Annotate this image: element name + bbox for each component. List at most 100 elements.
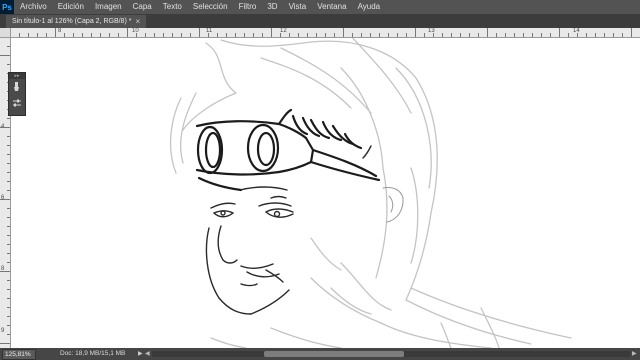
ruler-tick <box>478 33 479 37</box>
ruler-tick <box>199 28 200 37</box>
menu-bar: Ps Archivo Edición Imagen Capa Texto Sel… <box>0 0 640 14</box>
menu-texto[interactable]: Texto <box>163 0 182 14</box>
scroll-right-icon[interactable]: ▶ <box>632 350 637 357</box>
ruler-v-label: 6 <box>1 195 5 201</box>
ruler-tick <box>0 343 10 344</box>
ruler-tick <box>532 33 533 37</box>
document-tab-bar: Sin título-1 al 126% (Capa 2, RGB/8) * × <box>0 14 640 28</box>
ruler-tick <box>7 226 10 227</box>
ruler-tick <box>217 33 218 37</box>
ruler-tick <box>388 33 389 37</box>
ruler-tick <box>622 33 623 37</box>
status-menu-arrow-icon[interactable]: ▶ <box>138 350 143 357</box>
ruler-tick <box>325 33 326 37</box>
brush-tool-icon[interactable] <box>9 79 25 95</box>
ruler-tick <box>208 33 209 37</box>
ruler-tick <box>523 33 524 37</box>
ruler-tick <box>586 33 587 37</box>
ruler-tick <box>307 33 308 37</box>
close-icon[interactable]: × <box>135 17 140 26</box>
ruler-tick <box>316 33 317 37</box>
ruler-tick <box>91 33 92 37</box>
ruler-v-label: 9 <box>1 328 5 334</box>
menu-ayuda[interactable]: Ayuda <box>358 0 381 14</box>
ruler-tick <box>604 33 605 37</box>
ruler-tick <box>271 28 272 37</box>
scrollbar-thumb[interactable] <box>264 351 404 357</box>
ruler-tick <box>7 289 10 290</box>
menu-archivo[interactable]: Archivo <box>20 0 47 14</box>
ruler-tick <box>541 33 542 37</box>
ruler-tick <box>7 172 10 173</box>
menu-ventana[interactable]: Ventana <box>317 0 346 14</box>
ruler-tick <box>379 33 380 37</box>
ruler-tick <box>7 325 10 326</box>
sketch-artwork <box>169 38 572 348</box>
ruler-tick <box>370 33 371 37</box>
ruler-tick <box>127 28 128 37</box>
sliders-icon <box>13 99 21 107</box>
document-size-info: Doc: 18,9 MB/15,1 MB <box>60 350 126 357</box>
menu-vista[interactable]: Vista <box>289 0 307 14</box>
ruler-tick <box>352 33 353 37</box>
horizontal-ruler[interactable]: 8 10 11 12 13 14 <box>10 28 640 38</box>
ruler-tick <box>64 33 65 37</box>
ruler-tick <box>505 33 506 37</box>
ruler-tick <box>7 145 10 146</box>
menu-3d[interactable]: 3D <box>267 0 277 14</box>
ruler-tick <box>7 262 10 263</box>
adjust-sliders-icon[interactable] <box>9 95 25 111</box>
menu-capa[interactable]: Capa <box>133 0 152 14</box>
scroll-left-icon[interactable]: ◀ <box>145 350 150 357</box>
ruler-tick <box>397 33 398 37</box>
ruler-tick <box>631 28 632 37</box>
ruler-tick <box>7 307 10 308</box>
menu-imagen[interactable]: Imagen <box>95 0 122 14</box>
ruler-tick <box>451 33 452 37</box>
ruler-tick <box>7 181 10 182</box>
brush-icon <box>14 82 19 91</box>
ruler-tick <box>0 55 10 56</box>
ruler-tick <box>7 253 10 254</box>
ruler-tick <box>298 33 299 37</box>
ruler-tick <box>145 33 146 37</box>
ruler-tick <box>0 271 10 272</box>
horizontal-scrollbar[interactable] <box>152 351 630 357</box>
ruler-corner[interactable] <box>0 28 11 38</box>
ruler-tick <box>496 33 497 37</box>
ruler-tick <box>577 33 578 37</box>
ruler-h-label: 8 <box>58 28 62 34</box>
ruler-tick <box>0 199 10 200</box>
document-canvas[interactable] <box>11 38 640 348</box>
ruler-tick <box>433 33 434 37</box>
ruler-tick <box>469 33 470 37</box>
ruler-tick <box>7 298 10 299</box>
ruler-tick <box>568 33 569 37</box>
ruler-tick <box>7 334 10 335</box>
ruler-tick <box>343 28 344 37</box>
ruler-tick <box>7 190 10 191</box>
ruler-tick <box>190 33 191 37</box>
ruler-tick <box>424 33 425 37</box>
ruler-tick <box>28 33 29 37</box>
floating-tool-panel[interactable]: ▸▸ <box>8 72 26 116</box>
ruler-tick <box>7 316 10 317</box>
menu-edicion[interactable]: Edición <box>58 0 84 14</box>
document-tab-title: Sin título-1 al 126% (Capa 2, RGB/8) * <box>12 18 132 25</box>
ruler-tick <box>118 33 119 37</box>
ruler-tick <box>7 46 10 47</box>
ruler-tick <box>7 136 10 137</box>
menu-filtro[interactable]: Filtro <box>239 0 257 14</box>
ruler-tick <box>73 33 74 37</box>
ruler-tick <box>559 28 560 37</box>
menu-seleccion[interactable]: Selección <box>193 0 228 14</box>
ruler-tick <box>244 33 245 37</box>
ruler-tick <box>253 33 254 37</box>
document-tab[interactable]: Sin título-1 al 126% (Capa 2, RGB/8) * × <box>6 15 147 28</box>
zoom-level-field[interactable]: 125,81% <box>2 349 36 360</box>
photoshop-logo-icon[interactable]: Ps <box>0 0 14 14</box>
ruler-tick <box>7 118 10 119</box>
ruler-tick <box>613 33 614 37</box>
ruler-tick <box>7 154 10 155</box>
ruler-tick <box>289 33 290 37</box>
